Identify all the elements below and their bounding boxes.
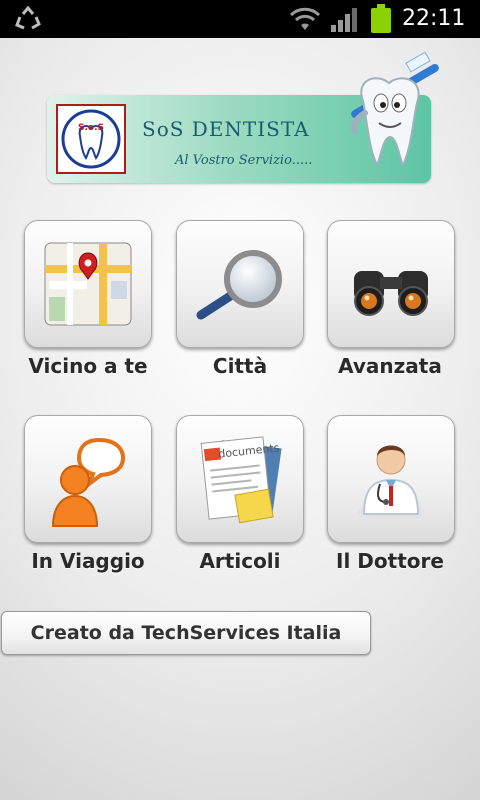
app-banner: S.o.S SoS DENTISTA Al Vostro Servizio...…	[47, 51, 439, 183]
status-bar: 22:11	[0, 0, 480, 38]
menu-tile-il-dottore[interactable]	[327, 415, 455, 543]
menu-label-vicino-a-te: Vicino a te	[28, 354, 148, 378]
banner-subtitle: Al Vostro Servizio.....	[175, 153, 313, 168]
signal-icon	[331, 8, 357, 32]
map-icon	[44, 242, 132, 326]
banner-title: SoS DENTISTA	[142, 117, 310, 141]
chat-person-icon	[51, 437, 126, 527]
battery-icon	[371, 4, 391, 33]
menu-tile-in-viaggio[interactable]	[24, 415, 152, 543]
menu-tile-vicino-a-te[interactable]	[24, 220, 152, 348]
credit-button[interactable]: Creato da TechServices Italia	[1, 611, 371, 655]
documents-icon: documents	[200, 436, 282, 524]
sos-logo: S.o.S	[56, 104, 126, 174]
clock: 22:11	[402, 6, 466, 31]
menu-label-il-dottore: Il Dottore	[336, 549, 444, 573]
magnifier-icon	[196, 250, 282, 320]
wifi-icon	[289, 7, 321, 30]
tooth-mascot-icon	[350, 51, 439, 168]
menu-tile-citta[interactable]	[176, 220, 304, 348]
menu-label-avanzata: Avanzata	[338, 354, 442, 378]
menu-label-articoli: Articoli	[199, 549, 281, 573]
recycle-icon	[15, 6, 41, 30]
doctor-icon	[357, 445, 425, 520]
sos-logo-text: S.o.S	[78, 123, 104, 133]
binoculars-icon	[354, 271, 428, 316]
menu-tile-avanzata[interactable]	[327, 220, 455, 348]
menu-label-in-viaggio: In Viaggio	[31, 549, 145, 573]
menu-label-citta: Città	[212, 354, 268, 378]
menu-tile-articoli[interactable]: documents	[176, 415, 304, 543]
